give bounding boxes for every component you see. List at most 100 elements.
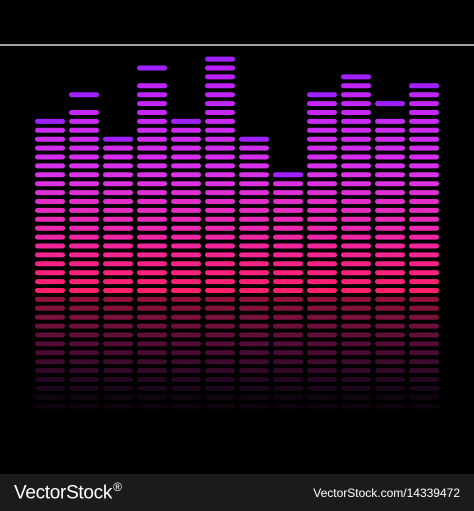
- equalizer-segment: [307, 252, 337, 258]
- equalizer-reflection-segment: [341, 323, 371, 329]
- equalizer-segment: [103, 199, 133, 204]
- equalizer-reflection-segment: [409, 296, 439, 302]
- equalizer-segment: [205, 110, 235, 115]
- equalizer-segment: [103, 207, 133, 213]
- equalizer-segment: [375, 261, 405, 267]
- equalizer-segment: [35, 288, 65, 293]
- equalizer-segment: [307, 145, 337, 151]
- equalizer-segment: [409, 225, 439, 231]
- equalizer-segment: [35, 181, 65, 187]
- equalizer-reflection-segment: [375, 359, 405, 365]
- equalizer-reflection-segment: [375, 403, 405, 409]
- equalizer-reflection-segment: [137, 332, 167, 338]
- equalizer-column: [137, 65, 167, 409]
- equalizer-segment: [137, 234, 167, 240]
- equalizer-reflection-segment: [273, 377, 303, 382]
- equalizer-reflection-segment: [69, 385, 99, 391]
- equalizer-reflection-segment: [137, 350, 167, 356]
- equalizer-segment: [375, 154, 405, 160]
- equalizer-segment: [375, 190, 405, 196]
- equalizer-reflection-segment: [273, 394, 303, 400]
- equalizer-column: [273, 172, 303, 409]
- equalizer-segment: [171, 234, 201, 240]
- equalizer-reflection-segment: [341, 394, 371, 400]
- equalizer-reflection-segment: [35, 368, 65, 374]
- equalizer-reflection-segment: [239, 296, 269, 302]
- equalizer-segment: [35, 154, 65, 160]
- equalizer-reflection-segment: [137, 385, 167, 391]
- equalizer-reflection-segment: [137, 403, 167, 409]
- equalizer-segment: [103, 243, 133, 249]
- equalizer-segment: [239, 243, 269, 249]
- equalizer-segment: [239, 181, 269, 187]
- equalizer-reflection-segment: [171, 314, 201, 320]
- equalizer-segment: [205, 243, 235, 249]
- equalizer-segment: [205, 118, 235, 124]
- equalizer-segment: [69, 252, 99, 258]
- equalizer-segment: [205, 127, 235, 133]
- equalizer-column: [103, 136, 133, 409]
- equalizer-reflection-segment: [375, 341, 405, 347]
- equalizer-reflection-segment: [239, 368, 269, 374]
- equalizer-peak: [375, 101, 405, 107]
- equalizer-segment: [137, 190, 167, 196]
- equalizer-segment: [375, 145, 405, 151]
- equalizer-segment: [205, 261, 235, 267]
- equalizer-reflection-segment: [409, 323, 439, 329]
- equalizer-reflection-segment: [35, 377, 65, 382]
- equalizer-segment: [137, 110, 167, 115]
- equalizer-reflection-segment: [137, 394, 167, 400]
- equalizer-segment: [409, 261, 439, 267]
- equalizer-reflection-segment: [103, 323, 133, 329]
- equalizer-reflection-segment: [273, 359, 303, 365]
- equalizer-reflection-segment: [307, 314, 337, 320]
- equalizer-reflection-segment: [171, 385, 201, 391]
- equalizer-segment: [409, 172, 439, 178]
- equalizer-segment: [375, 270, 405, 276]
- equalizer-segment: [239, 225, 269, 231]
- equalizer-segment: [409, 101, 439, 107]
- equalizer-segment: [409, 216, 439, 222]
- equalizer-segment: [171, 127, 201, 133]
- equalizer-segment: [409, 279, 439, 285]
- equalizer-reflection-segment: [137, 314, 167, 320]
- equalizer-reflection-segment: [35, 305, 65, 311]
- equalizer-reflection-segment: [69, 350, 99, 356]
- equalizer-segment: [103, 225, 133, 231]
- equalizer-segment: [171, 136, 201, 142]
- equalizer-segment: [205, 145, 235, 151]
- equalizer-reflection-segment: [137, 323, 167, 329]
- equalizer-segment: [273, 190, 303, 196]
- equalizer-reflection-segment: [239, 323, 269, 329]
- equalizer-segment: [205, 234, 235, 240]
- equalizer-segment: [307, 163, 337, 169]
- equalizer-segment: [341, 118, 371, 124]
- equalizer-reflection-segment: [409, 385, 439, 391]
- equalizer-reflection-segment: [273, 403, 303, 409]
- equalizer-segment: [307, 181, 337, 187]
- equalizer-segment: [171, 216, 201, 222]
- equalizer-segment: [341, 127, 371, 133]
- equalizer-segment: [35, 163, 65, 169]
- equalizer-segment: [35, 261, 65, 267]
- equalizer-segment: [69, 199, 99, 204]
- equalizer-segment: [239, 279, 269, 285]
- equalizer-reflection-segment: [103, 296, 133, 302]
- equalizer-segment: [307, 199, 337, 204]
- equalizer-segment: [69, 261, 99, 267]
- equalizer-segment: [137, 101, 167, 107]
- equalizer-segment: [409, 181, 439, 187]
- equalizer-peak: [307, 92, 337, 98]
- equalizer-segment: [409, 199, 439, 204]
- equalizer-segment: [171, 154, 201, 160]
- equalizer-segment: [307, 127, 337, 133]
- equalizer-segment: [35, 199, 65, 204]
- equalizer-segment: [35, 252, 65, 258]
- equalizer-reflection-segment: [341, 314, 371, 320]
- equalizer-reflection-segment: [409, 341, 439, 347]
- equalizer-peak: [171, 118, 201, 124]
- equalizer-segment: [171, 288, 201, 293]
- equalizer-segment: [341, 225, 371, 231]
- equalizer-segment: [205, 181, 235, 187]
- equalizer-segment: [103, 270, 133, 276]
